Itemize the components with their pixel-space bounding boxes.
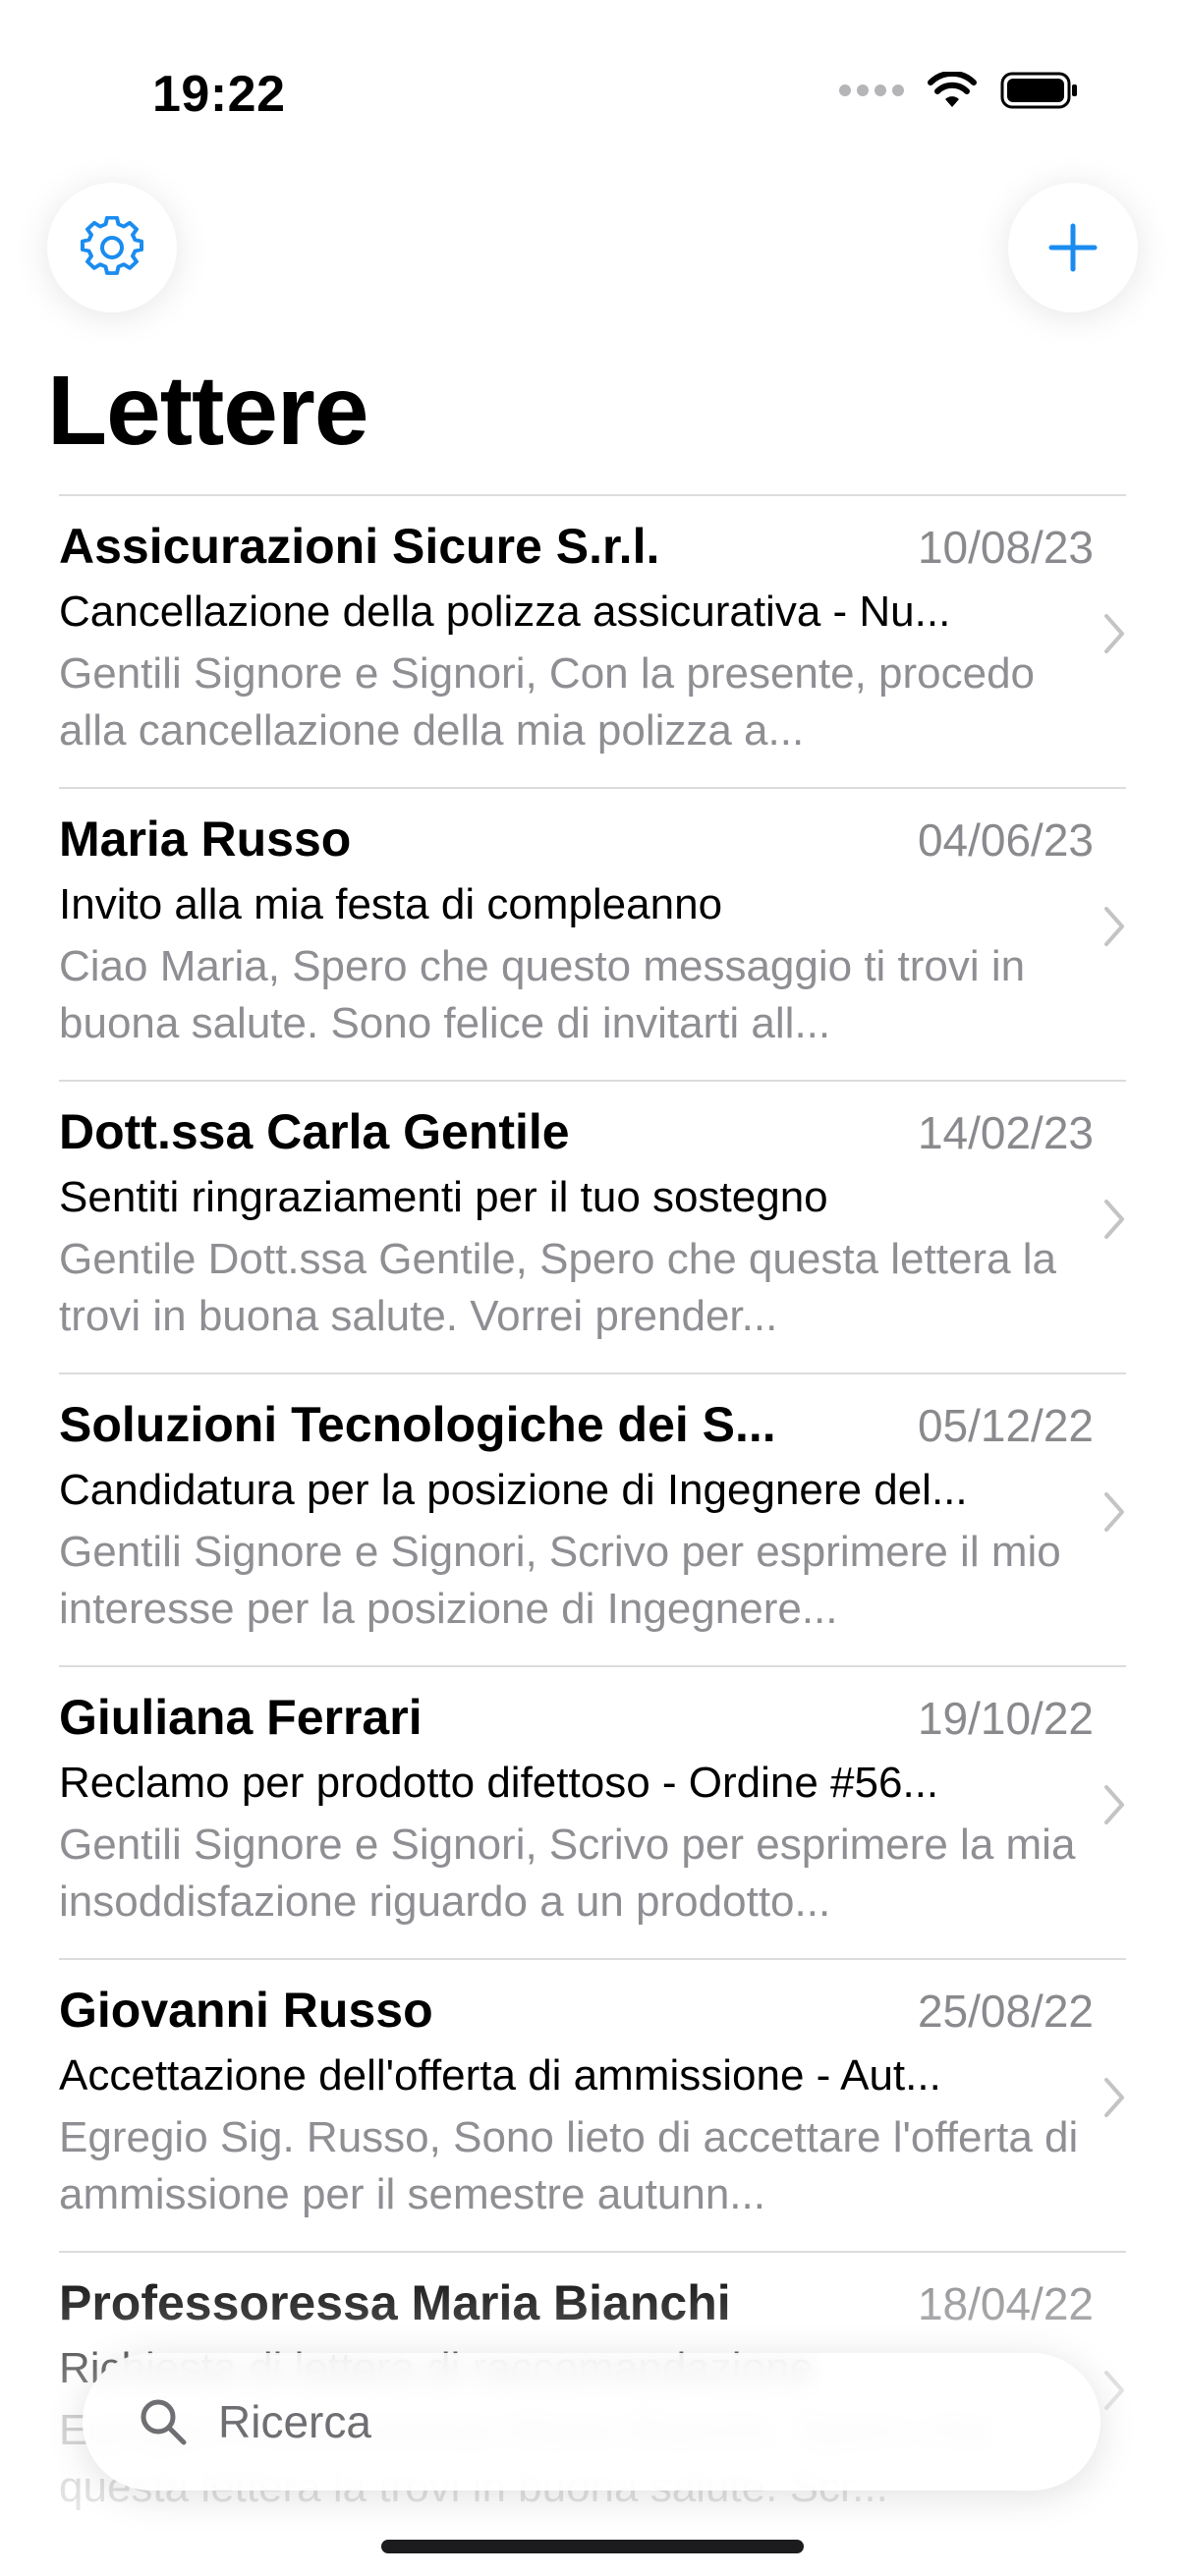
plus-icon [1048,223,1098,272]
search-bar[interactable] [83,2353,1100,2491]
chevron-right-icon [1104,907,1124,946]
letter-list: Assicurazioni Sicure S.r.l. 10/08/23 Can… [59,494,1126,2544]
letter-preview: Gentili Signore e Signori, Scrivo per es… [59,1528,1061,1633]
gear-icon [81,216,143,275]
wifi-icon [928,72,977,107]
letter-row[interactable]: Dott.ssa Carla Gentile 14/02/23 Sentiti … [59,1080,1126,1372]
chevron-right-icon [1104,2371,1124,2410]
letter-subject: Cancellazione della polizza assicurativa… [59,588,951,636]
letter-row[interactable]: Soluzioni Tecnologiche dei S... 05/12/22… [59,1372,1126,1665]
page-title: Lettere [47,356,368,466]
search-icon [141,2399,187,2445]
letter-date: 04/06/23 [917,814,1094,866]
battery-icon [1000,72,1077,109]
settings-button[interactable] [47,183,177,312]
chevron-right-icon [1104,1200,1124,1239]
letter-preview: Gentili Signore e Signori, Scrivo per es… [59,1820,1076,1926]
chevron-right-icon [1104,614,1124,653]
letter-sender: Dott.ssa Carla Gentile [59,1104,570,1159]
letter-subject: Candidatura per la posizione di Ingegner… [59,1466,968,1514]
chevron-right-icon [1104,1785,1124,1824]
letter-sender: Assicurazioni Sicure S.r.l. [59,519,660,574]
letter-sender: Soluzioni Tecnologiche dei S... [59,1397,776,1452]
letter-preview: Egregio Sig. Russo, Sono lieto di accett… [59,2113,1079,2218]
letter-subject: Sentiti ringraziamenti per il tuo sosteg… [59,1173,828,1221]
letter-subject: Reclamo per prodotto difettoso - Ordine … [59,1759,939,1807]
letter-date: 05/12/22 [917,1400,1094,1451]
letter-preview: Gentili Signore e Signori, Con la presen… [59,649,1036,755]
letter-subject: Invito alla mia festa di compleanno [59,880,723,928]
chevron-right-icon [1104,2078,1124,2117]
letter-preview: Gentile Dott.ssa Gentile, Spero che ques… [59,1235,1057,1340]
letter-row[interactable]: Assicurazioni Sicure S.r.l. 10/08/23 Can… [59,494,1126,787]
status-icons [839,71,1079,110]
home-indicator[interactable] [381,2540,804,2553]
letter-preview: Ciao Maria, Spero che questo messaggio t… [59,942,1026,1047]
letter-sender: Professoressa Maria Bianchi [59,2275,731,2330]
search-input[interactable] [216,2394,1006,2449]
letter-date: 25/08/22 [917,1986,1094,2037]
letter-row[interactable]: Maria Russo 04/06/23 Invito alla mia fes… [59,787,1126,1080]
letter-row[interactable]: Giovanni Russo 25/08/22 Accettazione del… [59,1958,1126,2251]
add-letter-button[interactable] [1008,183,1138,312]
letter-date: 18/04/22 [917,2278,1094,2329]
letter-date: 19/10/22 [917,1693,1094,1744]
chevron-right-icon [1104,1492,1124,1532]
letter-date: 10/08/23 [917,522,1094,573]
letter-date: 14/02/23 [917,1107,1094,1158]
cellular-signal-icon [839,84,904,96]
status-bar: 19:22 [0,0,1185,187]
status-time: 19:22 [152,66,286,123]
letter-sender: Maria Russo [59,812,352,867]
letter-sender: Giovanni Russo [59,1983,433,2038]
letter-sender: Giuliana Ferrari [59,1690,423,1745]
letter-subject: Accettazione dell'offerta di ammissione … [59,2051,941,2100]
letter-row[interactable]: Giuliana Ferrari 19/10/22 Reclamo per pr… [59,1665,1126,1958]
